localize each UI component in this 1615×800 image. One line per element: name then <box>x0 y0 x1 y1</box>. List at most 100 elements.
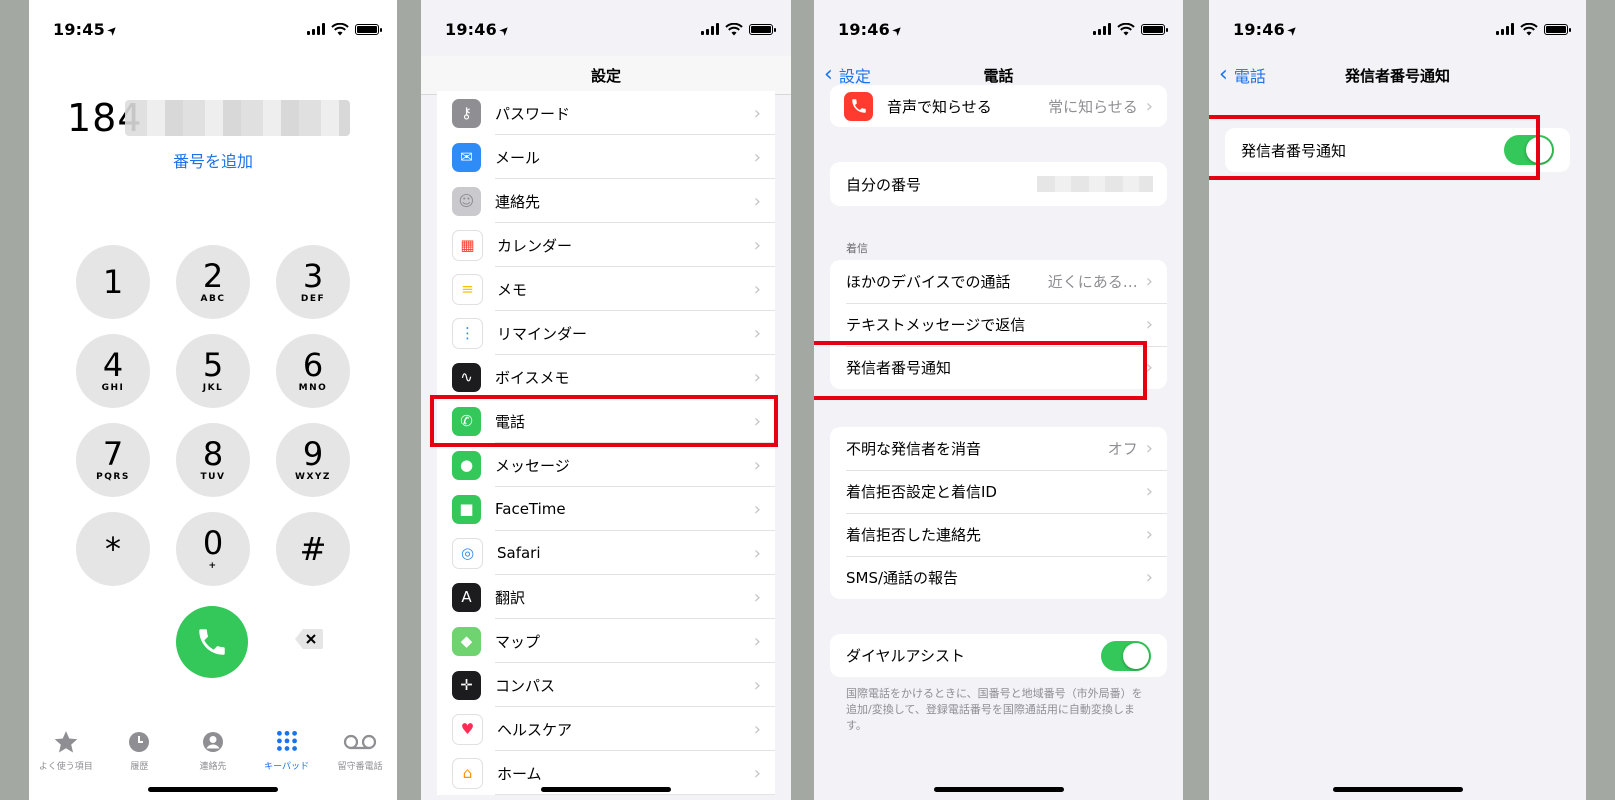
chevron-left-icon: ‹ <box>1219 62 1228 87</box>
chevron-right-icon: › <box>753 542 761 564</box>
my-number-group: 自分の番号 <box>830 162 1167 206</box>
settings-item-key[interactable]: ⚷ パスワード › <box>437 91 775 135</box>
settings-item-calendar[interactable]: ▦ カレンダー › <box>437 223 775 267</box>
key-digit: 8 <box>202 435 224 473</box>
phone-setting-row[interactable]: 着信拒否設定と着信ID › <box>830 470 1167 513</box>
settings-item-label: FaceTime <box>495 500 566 518</box>
key-digit: 3 <box>302 257 324 295</box>
key-letters: DEF <box>300 294 326 304</box>
settings-item-reminders[interactable]: ⋮ リマインダー › <box>437 311 775 355</box>
announce-calls-value: 常に知らせる <box>1048 97 1138 116</box>
keypad-key[interactable]: 2 ABC <box>176 245 250 319</box>
cellular-signal-icon <box>701 23 719 35</box>
tab-keypad[interactable]: キーパッド <box>251 729 323 772</box>
phone-settings-screen: 19:46➤ ‹ 設定 電話 音声で知らせる 常に知らせる › 自分の番号 着信 … <box>814 0 1183 800</box>
call-button[interactable] <box>176 606 248 678</box>
caller-id-label: 発信者番号通知 <box>1241 141 1347 160</box>
back-button[interactable]: ‹ 電話 <box>1219 56 1266 94</box>
reminders-icon: ⋮ <box>452 317 483 349</box>
settings-item-message[interactable]: ● メッセージ › <box>437 443 775 487</box>
wifi-icon <box>331 22 349 35</box>
settings-item-facetime[interactable]: ■ FaceTime › <box>437 487 775 531</box>
key-digit: 1 <box>102 263 124 301</box>
cellular-signal-icon <box>1093 23 1111 35</box>
settings-item-voice-memo[interactable]: ∿ ボイスメモ › <box>437 355 775 399</box>
voicemail-icon <box>343 729 377 755</box>
keypad-key[interactable]: 4 GHI <box>76 334 150 408</box>
settings-item-contacts[interactable]: ☺ 連絡先 › <box>437 179 775 223</box>
chevron-right-icon: › <box>1145 271 1153 292</box>
caller-id-group: 発信者番号通知 <box>1225 128 1570 172</box>
settings-item-notes[interactable]: ≡ メモ › <box>437 267 775 311</box>
key-letters: ABC <box>200 294 226 304</box>
dial-assist-toggle[interactable] <box>1101 640 1151 671</box>
phone-setting-row[interactable]: 着信拒否した連絡先 › <box>830 513 1167 556</box>
tab-voicemail[interactable]: 留守番電話 <box>324 729 396 772</box>
keypad-key[interactable]: 6 MNO <box>276 334 350 408</box>
tab-label: 留守番電話 <box>337 762 383 772</box>
keypad-key[interactable]: 9 WXYZ <box>276 423 350 497</box>
add-number-link[interactable]: 番号を追加 <box>29 148 397 172</box>
star-icon <box>53 729 79 755</box>
blurred-number <box>125 100 350 136</box>
status-bar: 19:46➤ <box>1233 18 1571 40</box>
announce-calls-row[interactable]: 音声で知らせる 常に知らせる › <box>830 85 1167 127</box>
battery-icon <box>749 23 776 35</box>
settings-item-label: ホーム <box>497 764 542 783</box>
tab-clock[interactable]: 履歴 <box>103 729 175 772</box>
tab-person[interactable]: 連絡先 <box>177 729 249 772</box>
compass-icon: ✛ <box>452 670 481 700</box>
caller-id-toggle[interactable] <box>1504 135 1554 165</box>
phone-setting-row[interactable]: テキストメッセージで返信 › <box>830 303 1167 346</box>
settings-item-translate[interactable]: A 翻訳 › <box>437 575 775 619</box>
keypad-key[interactable]: # <box>276 512 350 586</box>
keypad-key[interactable]: 8 TUV <box>176 423 250 497</box>
phone-setting-label: ほかのデバイスでの通話 <box>846 273 1011 291</box>
chevron-right-icon: › <box>1145 438 1153 459</box>
key-letters: JKL <box>202 383 224 393</box>
settings-item-maps[interactable]: ◆ マップ › <box>437 619 775 663</box>
key-digit: 5 <box>202 346 224 384</box>
caller-id-row: 発信者番号通知 <box>1225 128 1570 172</box>
settings-list: ⚷ パスワード › ✉ メール › ☺ 連絡先 › ▦ カレンダー › ≡ メモ › ⋮ リマインダー › ∿ ボイス… <box>437 91 775 795</box>
dial-assist-row: ダイヤルアシスト <box>830 634 1167 677</box>
settings-item-label: 連絡先 <box>495 192 541 211</box>
keypad-key[interactable]: 7 PQRS <box>76 423 150 497</box>
key-icon: ⚷ <box>452 98 481 128</box>
chevron-right-icon: › <box>753 410 761 432</box>
home-indicator <box>541 787 671 792</box>
notes-icon: ≡ <box>452 273 483 305</box>
chevron-right-icon: › <box>753 630 761 652</box>
settings-item-phone[interactable]: ✆ 電話 › <box>437 399 775 443</box>
keypad-key[interactable]: * <box>76 512 150 586</box>
key-digit: 2 <box>202 257 224 295</box>
person-icon <box>201 729 225 755</box>
delete-backspace-icon[interactable] <box>294 628 324 650</box>
settings-item-safari[interactable]: ◎ Safari › <box>437 531 775 575</box>
phone-setting-row[interactable]: 不明な発信者を消音 オフ › <box>830 427 1167 470</box>
location-arrow-icon: ➤ <box>495 21 513 39</box>
settings-item-label: メール <box>495 148 541 167</box>
phone-setting-row[interactable]: ほかのデバイスでの通話 近くにある… › <box>830 260 1167 303</box>
keypad-icon <box>274 729 300 755</box>
keypad-key[interactable]: 5 JKL <box>176 334 250 408</box>
settings-item-label: Safari <box>497 544 541 562</box>
battery-icon <box>1544 23 1571 35</box>
phone-setting-row[interactable]: 発信者番号通知 › <box>830 346 1167 389</box>
cellular-signal-icon <box>307 23 325 35</box>
tab-star[interactable]: よく使う項目 <box>30 729 102 772</box>
phone-setting-label: 不明な発信者を消音 <box>846 440 982 458</box>
keypad-key[interactable]: 3 DEF <box>276 245 350 319</box>
phone-setting-label: 発信者番号通知 <box>846 359 952 377</box>
settings-item-compass[interactable]: ✛ コンパス › <box>437 663 775 707</box>
tab-label: 連絡先 <box>199 762 227 772</box>
my-number-row[interactable]: 自分の番号 <box>830 162 1167 206</box>
settings-item-mail[interactable]: ✉ メール › <box>437 135 775 179</box>
page-title: 設定 <box>590 66 621 85</box>
settings-item-health[interactable]: ♥ ヘルスケア › <box>437 707 775 751</box>
phone-setting-row[interactable]: SMS/通話の報告 › <box>830 556 1167 599</box>
home-indicator <box>1332 787 1463 792</box>
location-arrow-icon: ➤ <box>888 21 906 39</box>
keypad-key[interactable]: 0 + <box>176 512 250 586</box>
keypad-key[interactable]: 1 <box>76 245 150 319</box>
